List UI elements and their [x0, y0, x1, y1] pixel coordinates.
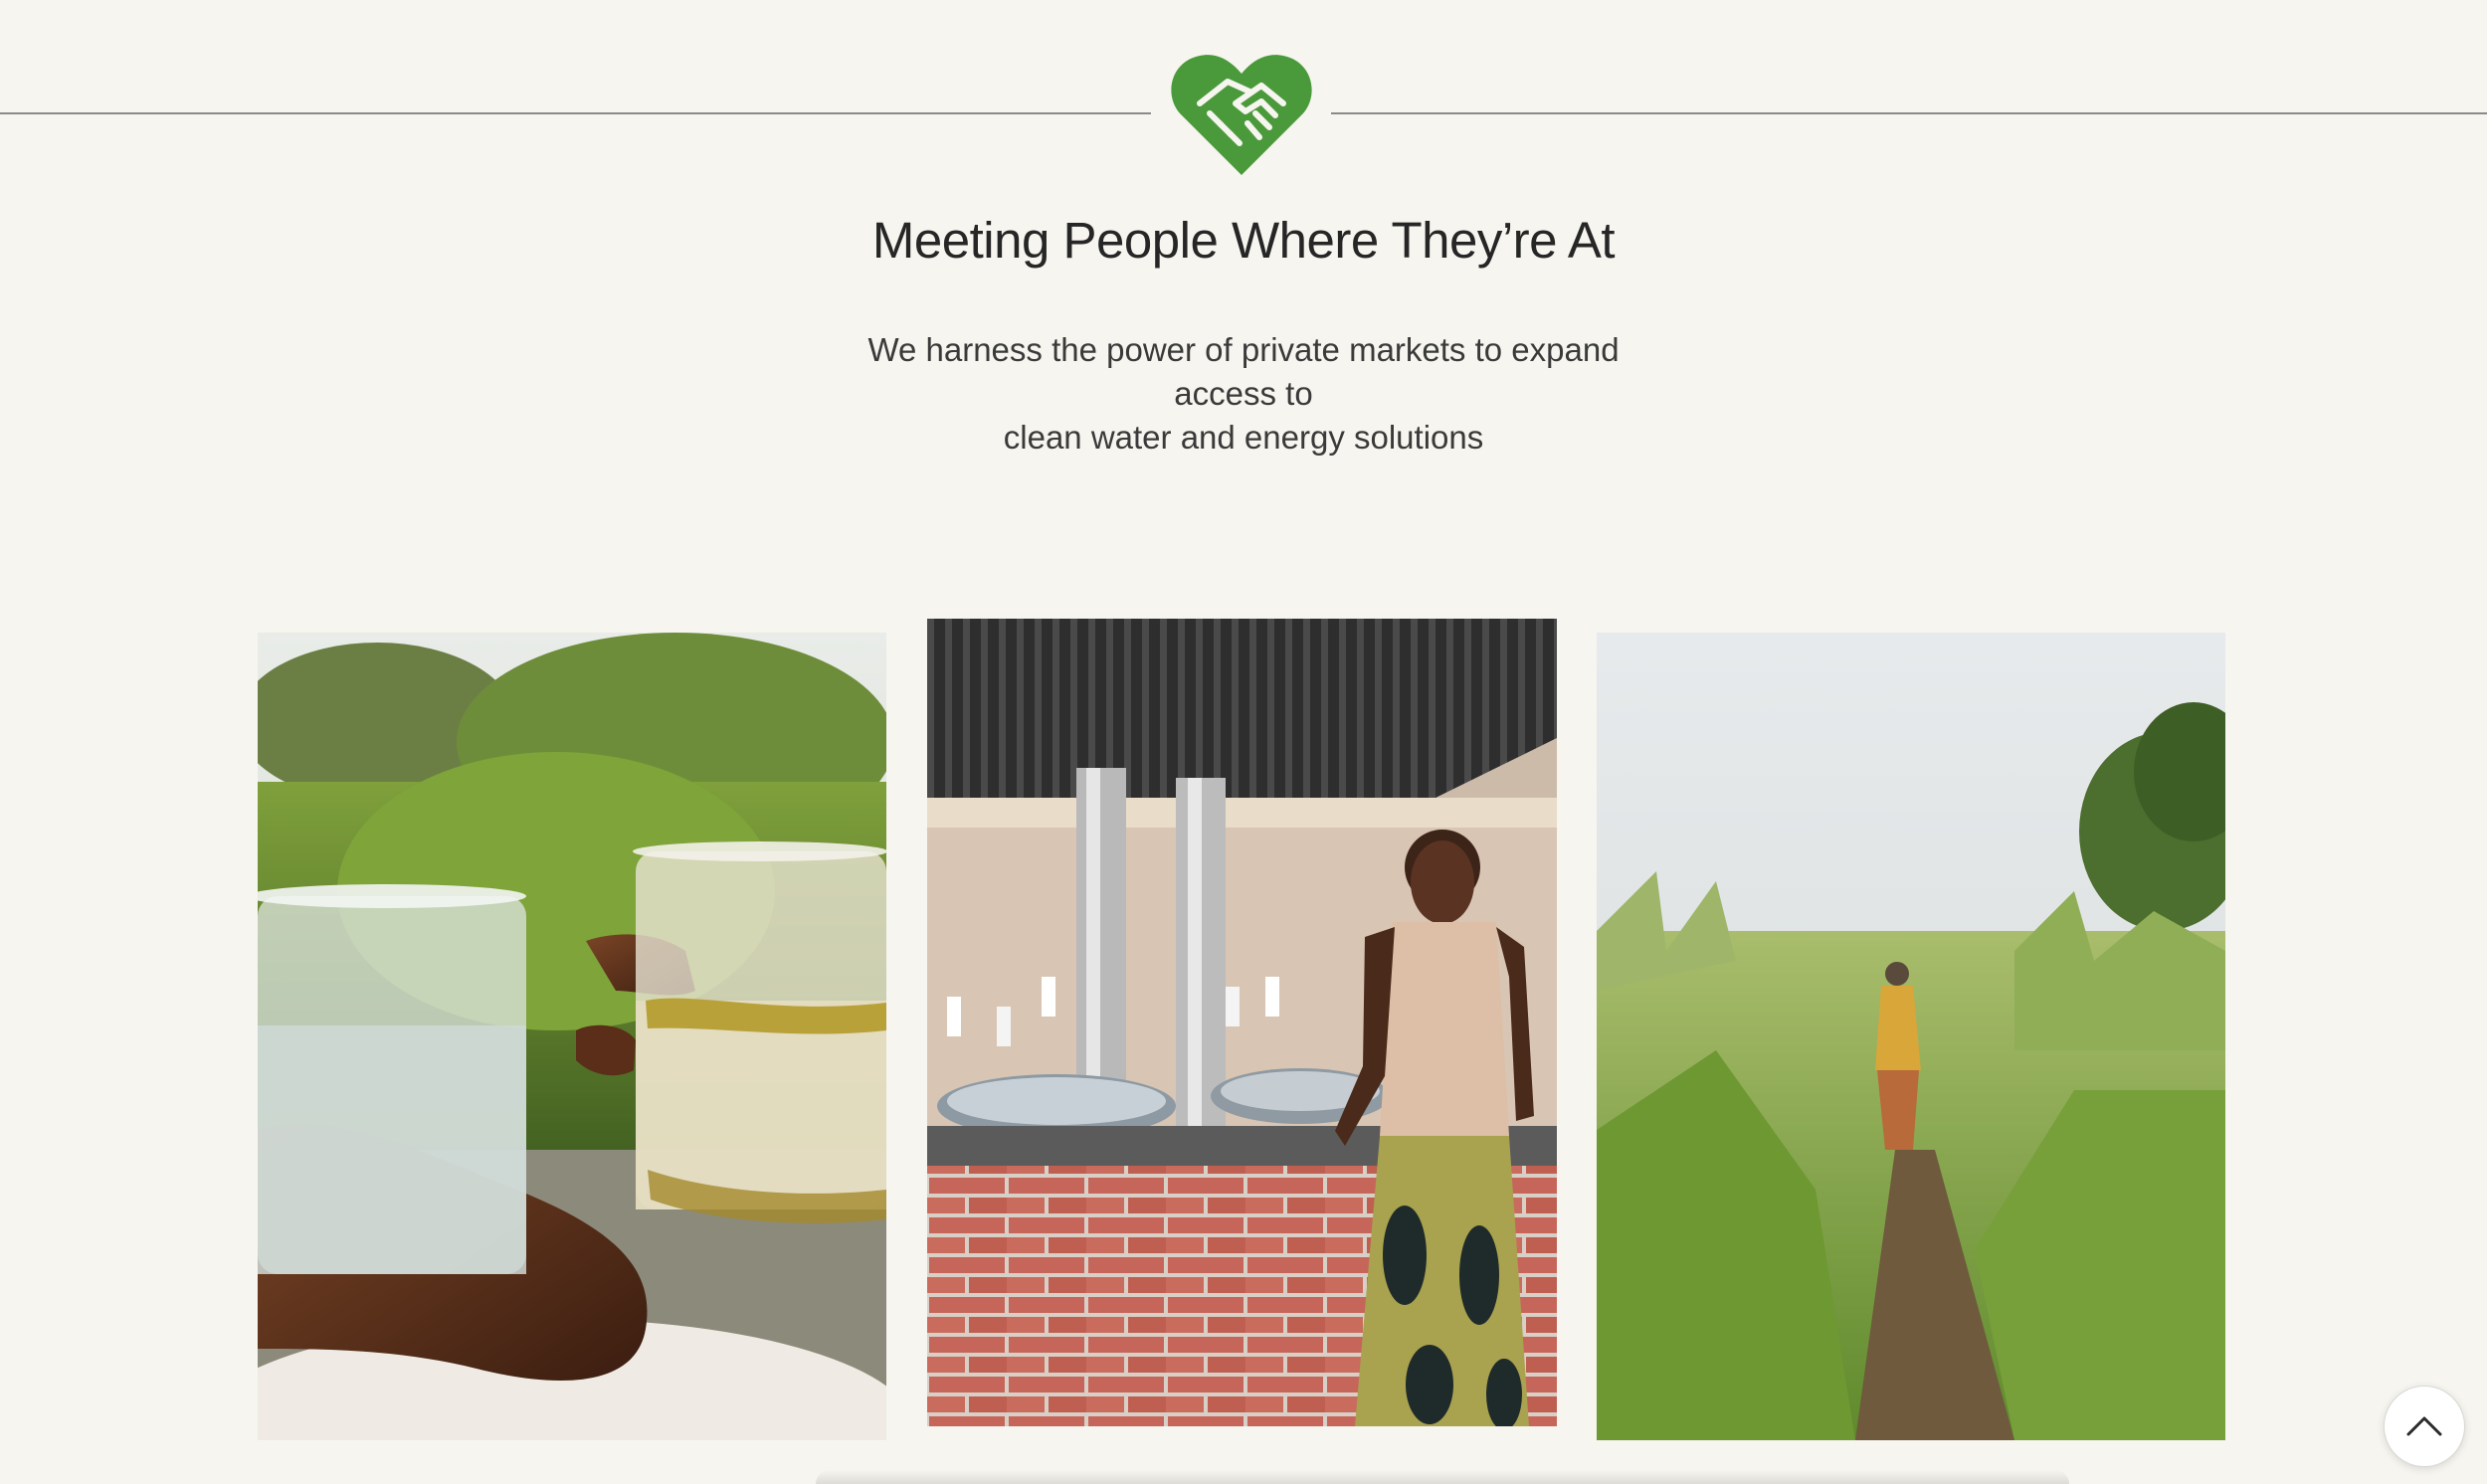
- woman-water-tank-photo: [927, 619, 1557, 1426]
- next-section-edge: [816, 1470, 2069, 1484]
- chevron-up-icon: [2406, 1416, 2442, 1436]
- scroll-to-top-button[interactable]: [2384, 1386, 2465, 1467]
- page-title: Meeting People Where They’re At: [871, 212, 1616, 269]
- water-glasses-photo: [258, 633, 886, 1440]
- woman-field-path-photo: [1597, 633, 2225, 1440]
- subtitle-line-2: clean water and energy solutions: [1003, 419, 1484, 456]
- subtitle-line-1: We harness the power of private markets …: [867, 331, 1620, 412]
- heart-handshake-icon: [1170, 52, 1313, 177]
- header-divider-right: [1331, 112, 2487, 114]
- page-subtitle: We harness the power of private markets …: [826, 328, 1661, 460]
- header-divider-left: [0, 112, 1151, 114]
